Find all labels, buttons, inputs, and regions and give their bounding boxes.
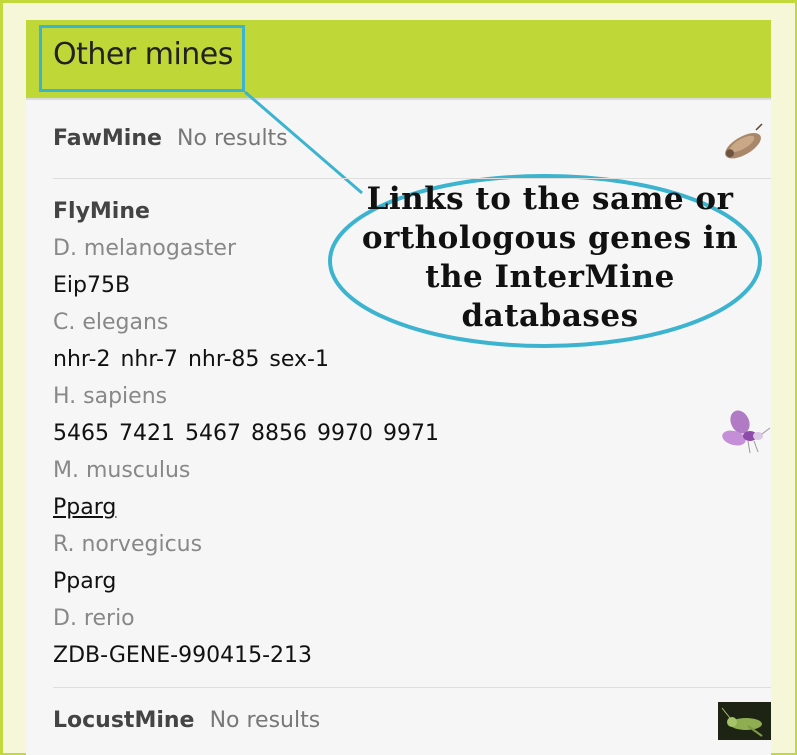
gene-link[interactable]: Eip75B [53,273,130,298]
gene-list: Pparg [53,495,126,520]
gene-link[interactable]: 8856 [251,421,307,446]
organism-label: D. rerio [53,606,135,631]
callout-text-line: orthologous genes in [361,220,739,256]
gene-link[interactable]: nhr-7 [120,347,177,372]
locust-icon[interactable] [718,702,771,740]
callout-highlight-box [39,25,245,92]
organism-label: C. elegans [53,310,169,335]
gene-link[interactable]: ZDB-GENE-990415-213 [53,643,312,668]
gene-link[interactable]: 5467 [185,421,241,446]
organism-label: H. sapiens [53,384,168,409]
organism-label: M. musculus [53,458,191,483]
callout-text-line: the InterMine [425,259,675,295]
gene-link[interactable]: 7421 [119,421,175,446]
callout-text-line: databases [461,298,639,334]
moth-icon[interactable] [718,122,766,166]
gene-link[interactable]: Pparg [53,569,116,594]
mine-status: No results [209,708,321,733]
mine-row-fawmine: FawMine No results [53,126,288,151]
gene-list: ZDB-GENE-990415-213 [53,643,322,668]
gene-link[interactable]: 5465 [53,421,109,446]
mine-name[interactable]: LocustMine [53,708,194,733]
gene-list: Pparg [53,569,126,594]
gene-link[interactable]: Pparg [53,495,116,520]
gene-link[interactable]: 9971 [383,421,439,446]
mine-divider [53,178,771,179]
gene-link[interactable]: 9970 [317,421,373,446]
callout-text-line: Links to the same or [366,181,734,217]
organism-label: D. melanogaster [53,236,237,261]
flymine-logo-icon[interactable] [720,408,772,456]
organism-label: R. norvegicus [53,532,203,557]
gene-link[interactable]: nhr-85 [188,347,259,372]
mine-name[interactable]: FlyMine [53,199,150,224]
gene-list: Eip75B [53,273,140,298]
gene-link[interactable]: nhr-2 [53,347,110,372]
mine-divider [53,687,771,688]
mine-row-flymine: FlyMine [53,199,150,224]
mine-status: No results [177,126,288,151]
gene-list: 5465 7421 5467 8856 9970 9971 [53,421,449,446]
mine-name[interactable]: FawMine [53,126,162,151]
mine-row-locustmine: LocustMine No results [53,708,320,733]
gene-link[interactable]: sex-1 [269,347,329,372]
gene-list: nhr-2 nhr-7 nhr-85 sex-1 [53,347,339,372]
callout-text: Links to the same or orthologous genes i… [340,180,760,336]
